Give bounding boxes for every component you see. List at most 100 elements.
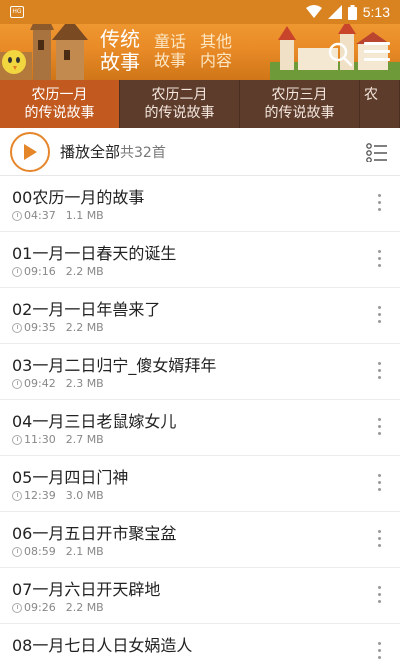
track-meta: 04:37 1.1 MB: [12, 209, 104, 222]
more-options-icon[interactable]: [378, 194, 382, 214]
clock-icon: [12, 546, 22, 557]
track-row[interactable]: 01一月一日春天的诞生 09:16 2.2 MB: [0, 232, 400, 288]
tab-month-4[interactable]: 农: [360, 80, 400, 128]
search-icon: [328, 42, 353, 67]
category-label: 童话: [154, 32, 187, 51]
track-title: 06一月五日开市聚宝盆: [12, 524, 177, 543]
menu-icon: [364, 42, 390, 45]
play-icon: [24, 143, 37, 160]
category-label: 故事: [100, 50, 140, 74]
track-duration: 09:35: [24, 321, 56, 334]
track-title: 05一月四日门神: [12, 468, 129, 487]
clock-icon: [12, 602, 22, 613]
category-traditional[interactable]: 传统 故事: [100, 28, 140, 74]
track-duration: 09:16: [24, 265, 56, 278]
track-meta: 09:16 2.2 MB: [12, 265, 104, 278]
play-all-label[interactable]: 播放全部: [60, 141, 120, 162]
track-duration: 09:26: [24, 601, 56, 614]
track-list: 00农历一月的故事 04:37 1.1 MB 01一月一日春天的诞生 09:16…: [0, 176, 400, 660]
track-title: 04一月三日老鼠嫁女儿: [12, 412, 177, 431]
track-duration: 08:59: [24, 545, 56, 558]
tab-label: 农历一月: [31, 87, 88, 103]
tab-label: 的传说故事: [144, 105, 215, 121]
tab-month-2[interactable]: 农历二月 的传说故事: [120, 80, 240, 128]
track-meta: 08:59 2.1 MB: [12, 545, 104, 558]
play-all-button[interactable]: [10, 131, 50, 172]
clock-icon: [12, 210, 22, 221]
more-options-icon[interactable]: [378, 642, 382, 660]
more-options-icon[interactable]: [378, 586, 382, 606]
app-badge: HG: [10, 6, 24, 18]
track-duration: 11:30: [24, 433, 56, 446]
battery-icon: [347, 4, 357, 20]
track-meta: 09:26 2.2 MB: [12, 601, 104, 614]
clock-icon: [12, 434, 22, 445]
track-size: 2.2 MB: [65, 321, 104, 334]
track-count: 共32首: [120, 144, 166, 161]
more-options-icon[interactable]: [378, 306, 382, 326]
track-size: 2.2 MB: [65, 265, 104, 278]
category-tabs: 传统 故事 童话 故事 其他 内容: [100, 28, 232, 74]
tab-label: 农历三月: [271, 87, 328, 103]
more-options-icon[interactable]: [378, 362, 382, 382]
tab-month-3[interactable]: 农历三月 的传说故事: [240, 80, 360, 128]
more-options-icon[interactable]: [378, 418, 382, 438]
menu-button[interactable]: [364, 42, 390, 66]
more-options-icon[interactable]: [378, 530, 382, 550]
track-meta: 11:30 2.7 MB: [12, 433, 104, 446]
track-duration: 04:37: [24, 209, 56, 222]
category-label: 传统: [100, 27, 140, 51]
track-title: 01一月一日春天的诞生: [12, 244, 177, 263]
track-size: 2.1 MB: [65, 545, 104, 558]
track-row[interactable]: 06一月五日开市聚宝盆 08:59 2.1 MB: [0, 512, 400, 568]
status-time: 5:13: [362, 4, 390, 20]
track-row[interactable]: 07一月六日开天辟地 09:26 2.2 MB: [0, 568, 400, 624]
clock-icon: [12, 490, 22, 501]
tab-label: 的传说故事: [24, 105, 95, 121]
track-size: 2.2 MB: [65, 601, 104, 614]
track-title: 02一月一日年兽来了: [12, 300, 161, 319]
track-title: 07一月六日开天辟地: [12, 580, 161, 599]
search-button[interactable]: [326, 40, 354, 68]
track-row[interactable]: 04一月三日老鼠嫁女儿 11:30 2.7 MB: [0, 400, 400, 456]
track-row[interactable]: 03一月二日归宁_傻女婿拜年 09:42 2.3 MB: [0, 344, 400, 400]
track-row[interactable]: 05一月四日门神 12:39 3.0 MB: [0, 456, 400, 512]
clock-icon: [12, 322, 22, 333]
track-row[interactable]: 02一月一日年兽来了 09:35 2.2 MB: [0, 288, 400, 344]
month-tabs: 农历一月 的传说故事 农历二月 的传说故事 农历三月 的传说故事 农: [0, 80, 400, 128]
category-fairy-tales[interactable]: 童话 故事: [154, 32, 186, 70]
track-size: 2.3 MB: [65, 377, 104, 390]
more-options-icon[interactable]: [378, 250, 382, 270]
track-size: 1.1 MB: [65, 209, 104, 222]
category-label: 其他: [200, 32, 233, 51]
category-other[interactable]: 其他 内容: [200, 32, 232, 70]
track-row[interactable]: 08一月七日人日女娲造人: [0, 624, 400, 660]
clock-icon: [12, 266, 22, 277]
track-meta: 09:35 2.2 MB: [12, 321, 104, 334]
track-size: 3.0 MB: [65, 489, 104, 502]
tab-label: 的传说故事: [264, 105, 335, 121]
clock-icon: [12, 378, 22, 389]
track-duration: 12:39: [24, 489, 56, 502]
track-size: 2.7 MB: [65, 433, 104, 446]
track-title: 08一月七日人日女娲造人: [12, 636, 193, 655]
wifi-icon: [305, 5, 322, 18]
tab-month-1[interactable]: 农历一月 的传说故事: [0, 80, 120, 128]
track-title: 00农历一月的故事: [12, 188, 145, 207]
play-all-bar: 播放全部 共32首: [0, 128, 400, 176]
status-bar: HG 5:13: [0, 0, 400, 24]
track-meta: 09:42 2.3 MB: [12, 377, 104, 390]
tab-label: 农历二月: [151, 87, 208, 103]
list-select-icon[interactable]: [366, 142, 388, 162]
menu-icon-bar: [364, 58, 390, 61]
track-duration: 09:42: [24, 377, 56, 390]
tab-label: 农: [364, 87, 378, 103]
track-title: 03一月二日归宁_傻女婿拜年: [12, 356, 217, 375]
menu-icon-bar: [364, 50, 390, 53]
more-options-icon[interactable]: [378, 474, 382, 494]
category-label: 故事: [154, 51, 187, 70]
category-label: 内容: [200, 51, 233, 70]
track-row[interactable]: 00农历一月的故事 04:37 1.1 MB: [0, 176, 400, 232]
signal-icon: [327, 5, 342, 19]
track-meta: 12:39 3.0 MB: [12, 489, 104, 502]
